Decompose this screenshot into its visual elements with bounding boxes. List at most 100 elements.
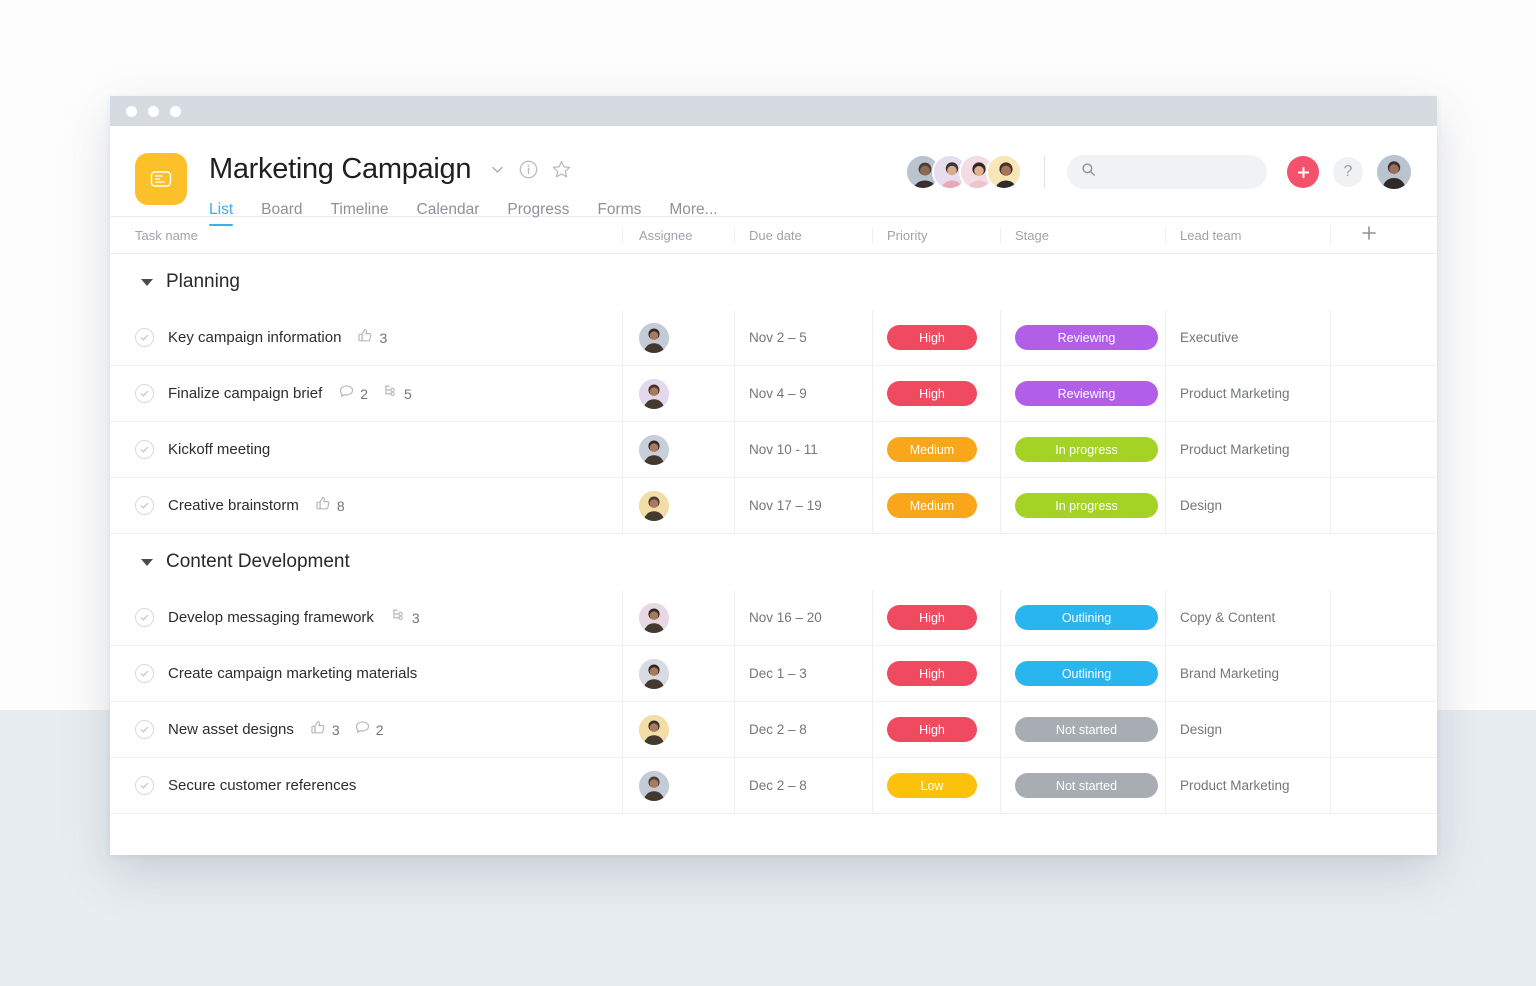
cell-priority[interactable]: High <box>872 366 1000 421</box>
cell-due-date[interactable]: Dec 1 – 3 <box>734 646 872 701</box>
cell-stage[interactable]: Outlining <box>1000 590 1165 645</box>
cell-assignee[interactable] <box>622 422 734 477</box>
priority-badge[interactable]: High <box>887 605 977 630</box>
table-row[interactable]: Finalize campaign brief 2 5 Nov 4 – 9 High Re… <box>110 366 1437 422</box>
table-row[interactable]: Develop messaging framework 3 Nov 16 – 20 H… <box>110 590 1437 646</box>
stage-badge[interactable]: Not started <box>1015 773 1158 798</box>
group-collapse-caret-icon[interactable] <box>141 279 153 286</box>
priority-badge[interactable]: High <box>887 381 977 406</box>
cell-priority[interactable]: Low <box>872 758 1000 813</box>
cell-stage[interactable]: Not started <box>1000 758 1165 813</box>
cell-priority[interactable]: Medium <box>872 422 1000 477</box>
cell-due-date[interactable]: Nov 2 – 5 <box>734 310 872 365</box>
priority-badge[interactable]: Medium <box>887 437 977 462</box>
stage-badge[interactable]: Reviewing <box>1015 381 1158 406</box>
complete-task-checkbox[interactable] <box>135 664 154 683</box>
cell-due-date[interactable]: Nov 4 – 9 <box>734 366 872 421</box>
cell-priority[interactable]: High <box>872 310 1000 365</box>
complete-task-checkbox[interactable] <box>135 496 154 515</box>
table-row[interactable]: New asset designs 3 2 Dec 2 – 8 High Not star… <box>110 702 1437 758</box>
cell-lead-team[interactable]: Product Marketing <box>1165 422 1330 477</box>
cell-lead-team[interactable]: Product Marketing <box>1165 758 1330 813</box>
search-input[interactable] <box>1105 165 1255 180</box>
cell-assignee[interactable] <box>622 646 734 701</box>
help-button[interactable]: ? <box>1333 157 1363 187</box>
cell-due-date[interactable]: Nov 10 - 11 <box>734 422 872 477</box>
assignee-avatar[interactable] <box>639 715 669 745</box>
task-badge[interactable]: 5 <box>382 383 412 405</box>
chevron-down-icon[interactable] <box>489 161 506 178</box>
task-badge[interactable]: 2 <box>338 383 368 405</box>
cell-assignee[interactable] <box>622 590 734 645</box>
assignee-avatar[interactable] <box>639 771 669 801</box>
current-user-avatar[interactable] <box>1377 155 1411 189</box>
cell-lead-team[interactable]: Brand Marketing <box>1165 646 1330 701</box>
cell-due-date[interactable]: Dec 2 – 8 <box>734 758 872 813</box>
complete-task-checkbox[interactable] <box>135 440 154 459</box>
priority-badge[interactable]: Low <box>887 773 977 798</box>
assignee-avatar[interactable] <box>639 435 669 465</box>
cell-due-date[interactable]: Dec 2 – 8 <box>734 702 872 757</box>
assignee-avatar[interactable] <box>639 379 669 409</box>
task-badge[interactable]: 3 <box>310 719 340 741</box>
table-row[interactable]: Kickoff meeting Nov 10 - 11 Medium In progr… <box>110 422 1437 478</box>
add-button[interactable] <box>1287 156 1319 188</box>
task-badge[interactable]: 3 <box>357 327 387 349</box>
tab-list[interactable]: List <box>209 201 233 226</box>
tab-forms[interactable]: Forms <box>597 201 641 226</box>
cell-assignee[interactable] <box>622 310 734 365</box>
cell-stage[interactable]: Reviewing <box>1000 366 1165 421</box>
search-box[interactable] <box>1067 155 1267 189</box>
cell-lead-team[interactable]: Copy & Content <box>1165 590 1330 645</box>
column-header-lead-team[interactable]: Lead team <box>1165 228 1330 243</box>
task-badge[interactable]: 8 <box>315 495 345 517</box>
cell-assignee[interactable] <box>622 758 734 813</box>
cell-assignee[interactable] <box>622 702 734 757</box>
group-collapse-caret-icon[interactable] <box>141 559 153 566</box>
cell-priority[interactable]: High <box>872 646 1000 701</box>
window-minimize-dot[interactable] <box>148 106 159 117</box>
column-header-task-name[interactable]: Task name <box>110 228 622 243</box>
cell-priority[interactable]: High <box>872 590 1000 645</box>
priority-badge[interactable]: High <box>887 325 977 350</box>
cell-stage[interactable]: Outlining <box>1000 646 1165 701</box>
priority-badge[interactable]: High <box>887 661 977 686</box>
stage-badge[interactable]: In progress <box>1015 493 1158 518</box>
task-badge[interactable]: 2 <box>354 719 384 741</box>
stage-badge[interactable]: Not started <box>1015 717 1158 742</box>
stage-badge[interactable]: In progress <box>1015 437 1158 462</box>
assignee-avatar[interactable] <box>639 603 669 633</box>
assignee-avatar[interactable] <box>639 491 669 521</box>
window-maximize-dot[interactable] <box>170 106 181 117</box>
cell-lead-team[interactable]: Product Marketing <box>1165 366 1330 421</box>
cell-stage[interactable]: Reviewing <box>1000 310 1165 365</box>
cell-lead-team[interactable]: Design <box>1165 702 1330 757</box>
tab-board[interactable]: Board <box>261 201 302 226</box>
column-header-stage[interactable]: Stage <box>1000 228 1165 243</box>
complete-task-checkbox[interactable] <box>135 328 154 347</box>
table-row[interactable]: Create campaign marketing materials Dec 1… <box>110 646 1437 702</box>
stage-badge[interactable]: Outlining <box>1015 661 1158 686</box>
tab-calendar[interactable]: Calendar <box>417 201 480 226</box>
table-row[interactable]: Secure customer references Dec 2 – 8 Low No… <box>110 758 1437 814</box>
cell-priority[interactable]: High <box>872 702 1000 757</box>
priority-badge[interactable]: High <box>887 717 977 742</box>
tab-more[interactable]: More... <box>669 201 717 226</box>
cell-assignee[interactable] <box>622 366 734 421</box>
column-header-priority[interactable]: Priority <box>872 228 1000 243</box>
star-icon[interactable] <box>551 159 572 180</box>
column-header-assignee[interactable]: Assignee <box>622 228 734 243</box>
priority-badge[interactable]: Medium <box>887 493 977 518</box>
member-avatar-group[interactable] <box>905 154 1022 190</box>
complete-task-checkbox[interactable] <box>135 384 154 403</box>
column-header-due-date[interactable]: Due date <box>734 228 872 243</box>
tab-progress[interactable]: Progress <box>507 201 569 226</box>
cell-stage[interactable]: In progress <box>1000 422 1165 477</box>
cell-stage[interactable]: Not started <box>1000 702 1165 757</box>
tab-timeline[interactable]: Timeline <box>331 201 389 226</box>
add-column-button[interactable] <box>1330 225 1436 245</box>
task-badge[interactable]: 3 <box>390 607 420 629</box>
cell-lead-team[interactable]: Executive <box>1165 310 1330 365</box>
table-row[interactable]: Key campaign information 3 Nov 2 – 5 High Re… <box>110 310 1437 366</box>
stage-badge[interactable]: Reviewing <box>1015 325 1158 350</box>
